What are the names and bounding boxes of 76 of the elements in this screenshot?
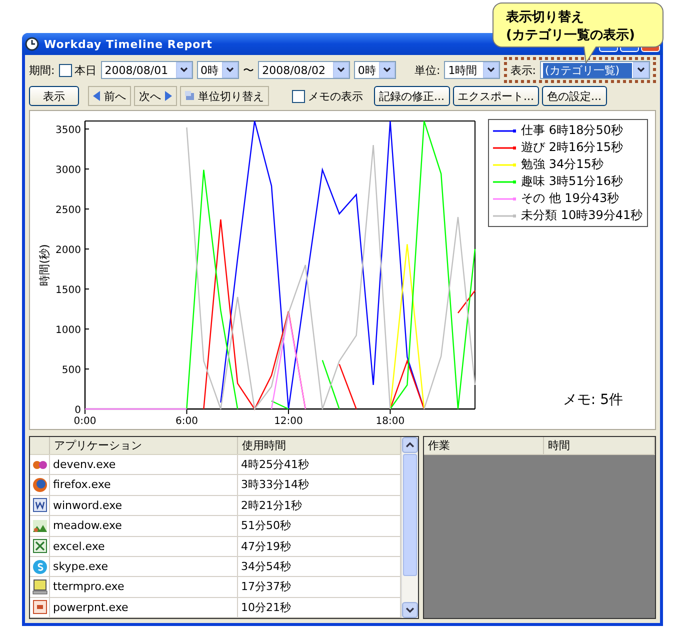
y-tick-label: 2000 (56, 245, 81, 256)
x-tick-label: 12:00 (274, 416, 303, 427)
memo-label: メモの表示 (308, 88, 363, 104)
legend-label: 未分類 10時39分41秒 (521, 207, 643, 224)
table-cell: powerpnt.exe (50, 598, 238, 617)
table-cell: firefox.exe (50, 475, 238, 495)
scrollbar[interactable] (401, 437, 418, 618)
x-tick-label: 18:00 (376, 416, 405, 427)
table-cell: excel.exe (50, 536, 238, 556)
show-button[interactable]: 表示 (29, 86, 79, 106)
chevron-down-icon (178, 65, 189, 75)
chevron-down-icon (486, 65, 496, 75)
unit-label: 単位: (414, 62, 440, 78)
column-header[interactable]: 時間 (544, 437, 655, 454)
y-tick-label: 2500 (56, 205, 81, 216)
scroll-up-icon[interactable] (402, 437, 418, 453)
y-tick-label: 1500 (56, 285, 81, 296)
start-hour-dropdown[interactable]: 0時 (196, 61, 240, 79)
chevron-down-icon (636, 65, 646, 75)
callout-text: (カテゴリ一覧の表示) (506, 27, 635, 45)
memo-count: メモ: 5件 (562, 391, 623, 409)
range-separator: 〜 (243, 62, 254, 78)
clock-icon (25, 37, 39, 51)
table-cell: skype.exe (50, 556, 238, 576)
end-hour-dropdown[interactable]: 0時 (354, 61, 396, 79)
document-icon (32, 497, 48, 514)
display-label: 表示: (510, 62, 536, 78)
callout-text: 表示切り替え (506, 9, 585, 27)
table-cell: meadow.exe (50, 516, 238, 536)
scroll-down-icon[interactable] (402, 602, 418, 618)
period-label: 期間: (29, 62, 55, 78)
y-tick-label: 3000 (56, 165, 81, 176)
landscape-icon (32, 518, 48, 534)
terminal-icon (32, 578, 48, 595)
legend-label: 遊び 2時16分15秒 (521, 139, 623, 156)
chevron-down-icon (225, 65, 236, 75)
action-button[interactable]: エクスポート... (452, 86, 539, 106)
slides-icon (32, 599, 48, 616)
y-tick-label: 1000 (56, 325, 81, 336)
windows-icon (185, 91, 195, 101)
scroll-thumb[interactable] (403, 454, 417, 576)
triangle-right-icon (164, 91, 172, 101)
column-header[interactable]: アプリケーション (50, 437, 238, 454)
chevron-down-icon (336, 65, 346, 75)
legend-label: 趣味 3時51分16秒 (521, 173, 623, 190)
globe-icon (32, 477, 48, 494)
x-tick-label: 6:00 (176, 416, 198, 427)
y-tick-label: 500 (62, 365, 81, 376)
unit-toggle-button[interactable]: 単位切り替え (180, 86, 269, 106)
chat-icon (32, 558, 48, 575)
previous-button[interactable]: 前へ (88, 86, 131, 106)
start-date-dropdown[interactable]: 2008/08/01 (100, 61, 193, 79)
legend-label: その 他 19分43秒 (521, 190, 620, 207)
action-button[interactable]: 記録の修正... (374, 86, 450, 106)
today-label: 本日 (74, 62, 97, 78)
x-tick-label: 0:00 (74, 416, 96, 427)
action-button[interactable]: 色の設定... (542, 86, 606, 106)
memo-checkbox[interactable] (292, 90, 305, 102)
table-cell: ttermpro.exe (50, 577, 238, 597)
legend-label: 仕事 6時18分50秒 (521, 122, 623, 139)
y-axis-title: 時間(秒) (38, 244, 51, 286)
column-header[interactable]: 作業 (424, 437, 544, 454)
triangle-left-icon (93, 91, 101, 101)
next-button[interactable]: 次へ (134, 86, 177, 106)
table-cell: devenv.exe (50, 455, 238, 474)
y-tick-label: 0 (74, 405, 81, 416)
display-dropdown[interactable]: (カテゴリ一覧) (540, 61, 650, 79)
window-title: Workday Timeline Report (44, 38, 212, 50)
today-checkbox[interactable] (58, 64, 72, 76)
y-tick-label: 3500 (56, 125, 81, 136)
legend-label: 勉強 34分15秒 (521, 156, 604, 173)
spreadsheet-icon (32, 538, 48, 554)
unit-dropdown[interactable]: 1時間 (444, 61, 500, 79)
table-cell: winword.exe (50, 496, 238, 516)
end-date-dropdown[interactable]: 2008/08/02 (258, 61, 350, 79)
chevron-down-icon (382, 65, 392, 75)
